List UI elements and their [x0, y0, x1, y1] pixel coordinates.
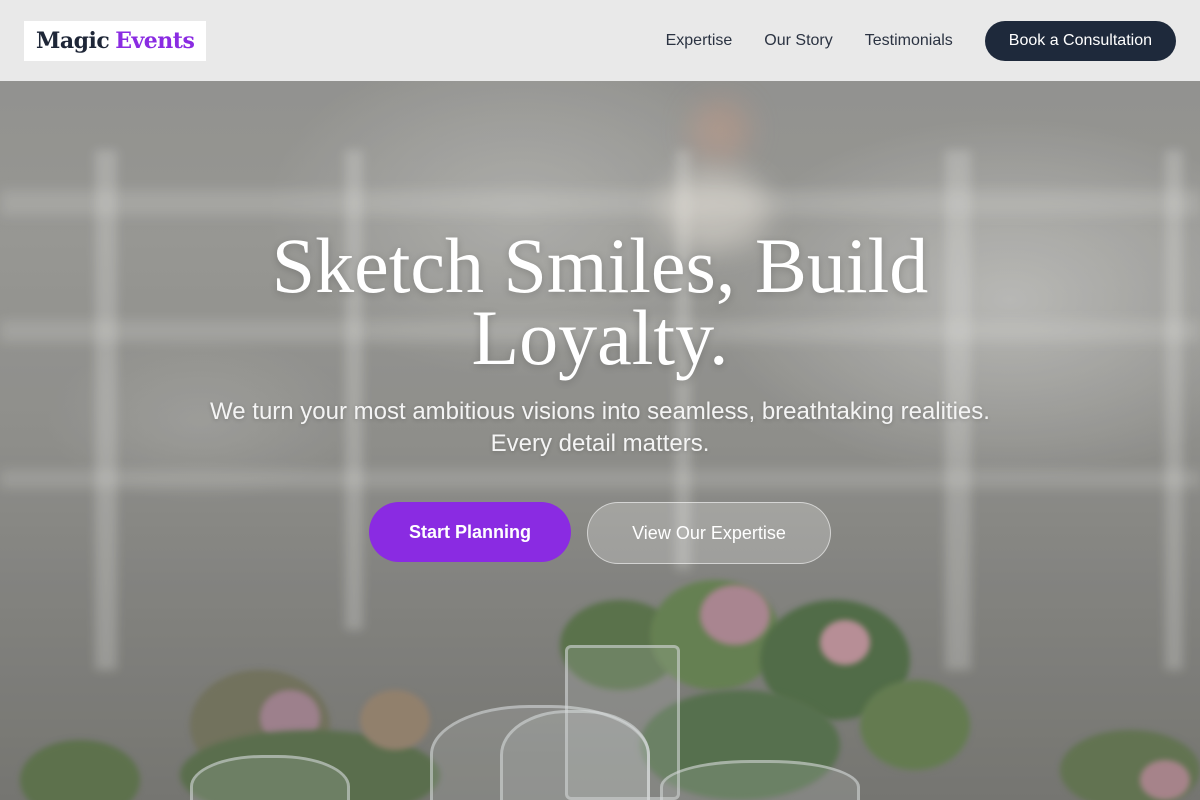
start-planning-button[interactable]: Start Planning	[369, 502, 571, 562]
book-consultation-button[interactable]: Book a Consultation	[984, 20, 1176, 61]
view-expertise-button[interactable]: View Our Expertise	[587, 502, 831, 564]
nav-link-expertise[interactable]: Expertise	[666, 32, 733, 50]
site-header: Magic Events Expertise Our Story Testimo…	[0, 0, 1200, 81]
brand-logo[interactable]: Magic Events	[24, 20, 207, 61]
hero-subtitle: We turn your most ambitious visions into…	[210, 398, 990, 457]
hero-actions: Start Planning View Our Expertise	[0, 502, 1200, 564]
brand-name-part2: Events	[115, 27, 195, 54]
nav-link-our-story[interactable]: Our Story	[764, 32, 832, 50]
hero-title: Sketch Smiles, Build Loyalty.	[271, 222, 929, 381]
brand-name-part1: Magic	[36, 27, 110, 54]
nav-link-testimonials[interactable]: Testimonials	[865, 32, 953, 50]
main-navigation: Expertise Our Story Testimonials Book a …	[666, 20, 1176, 61]
hero-section: Sketch Smiles, Build Loyalty. We turn yo…	[0, 222, 1200, 564]
